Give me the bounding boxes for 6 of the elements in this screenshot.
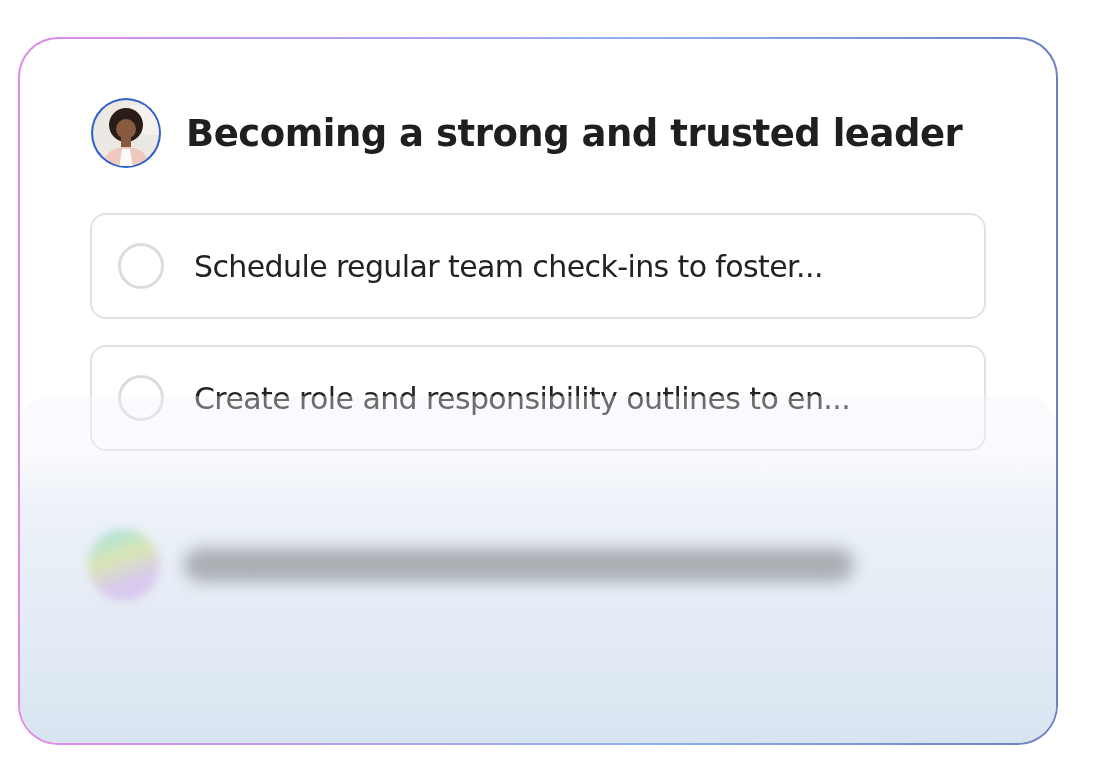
blurred-avatar-icon bbox=[88, 529, 160, 601]
task-text: Create role and responsibility outlines to en... bbox=[194, 380, 851, 416]
goal-title: Becoming a strong and trusted leader bbox=[186, 111, 963, 155]
task-item[interactable]: Schedule regular team check-ins to foster... bbox=[90, 213, 986, 319]
checkbox[interactable] bbox=[118, 243, 164, 289]
task-text: Schedule regular team check-ins to foster... bbox=[194, 248, 823, 284]
